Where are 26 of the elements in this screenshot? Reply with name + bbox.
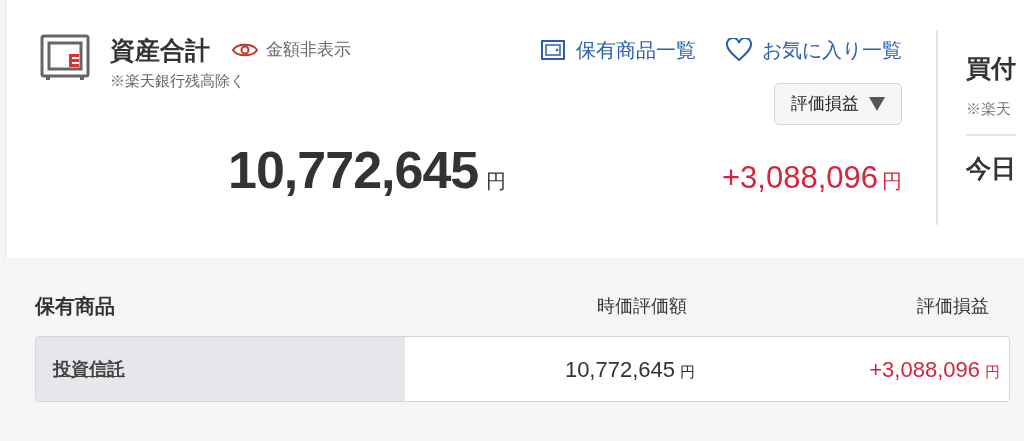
hide-amount-toggle[interactable]: 金額非表示 (232, 37, 351, 63)
caret-icon (869, 96, 885, 111)
list-icon (540, 39, 566, 61)
currency-unit: 円 (985, 361, 1000, 382)
row-label: 今日 (966, 153, 1016, 184)
section-title: 保有商品 (35, 294, 116, 319)
gain-amount: +3,088,096 (722, 158, 878, 197)
column-header: 時価評価額 (596, 294, 688, 318)
table-cell-text: +3,088,096 (869, 355, 980, 384)
fund-link[interactable]: 投資信託 (53, 355, 125, 383)
note-text: ※楽天 (966, 97, 1016, 136)
column-header: 評価損益 (916, 294, 989, 318)
currency-unit: 円 (882, 168, 902, 194)
heart-icon (726, 38, 752, 62)
nav-link[interactable]: お気に入り一覧 (726, 35, 902, 65)
sort-dropdown[interactable]: 評価損益 (774, 82, 902, 125)
eye-icon (232, 42, 258, 58)
table-cell-text: 10,772,645 (564, 355, 675, 384)
currency-unit: 円 (680, 361, 695, 382)
nav-link[interactable]: 保有商品一覧 (540, 35, 696, 65)
total-amount: 10,772,645 (228, 139, 479, 201)
note-text: ※楽天銀行残高除く (110, 71, 246, 91)
currency-unit: 円 (486, 168, 507, 194)
panel-title: 買付 (966, 53, 1016, 84)
summary-title: 資産合計 (110, 35, 210, 66)
safe-icon (40, 34, 90, 82)
